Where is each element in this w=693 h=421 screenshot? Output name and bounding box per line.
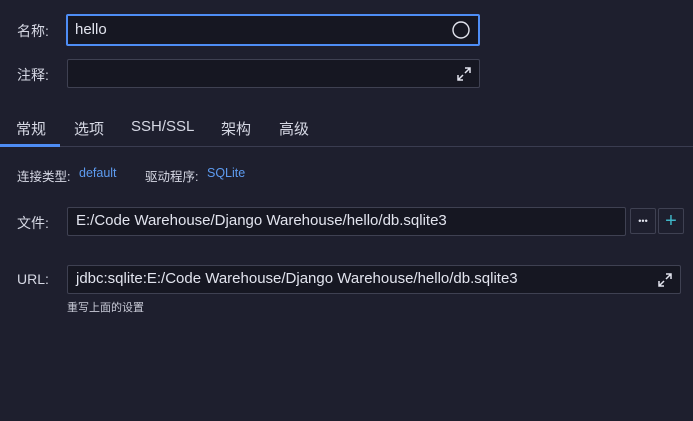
circle-icon[interactable] [451,20,471,40]
comment-input[interactable] [67,59,480,88]
file-label: 文件: [17,215,49,231]
name-input-value: hello [75,21,107,38]
url-input[interactable]: jdbc:sqlite:E:/Code Warehouse/Django War… [67,265,681,294]
expand-icon[interactable] [655,270,675,290]
name-label: 名称: [17,23,49,39]
active-tab-indicator [0,144,60,147]
tab-divider [0,146,693,147]
add-file-button[interactable]: + [658,208,684,234]
driver-link[interactable]: SQLite [207,166,245,180]
connection-type-label: 连接类型: [17,170,71,184]
url-override-hint: 重写上面的设置 [67,302,144,314]
tab-advanced[interactable]: 高级 [279,118,309,139]
tab-schema[interactable]: 架构 [221,118,251,139]
url-value: jdbc:sqlite:E:/Code Warehouse/Django War… [76,270,518,287]
file-path-input[interactable]: E:/Code Warehouse/Django Warehouse/hello… [67,207,626,236]
tab-general[interactable]: 常规 [16,118,46,139]
comment-label: 注释: [17,67,49,83]
tab-ssh-ssl[interactable]: SSH/SSL [131,118,194,135]
name-input[interactable]: hello [66,14,480,46]
url-label: URL: [17,271,49,287]
driver-label: 驱动程序: [145,170,199,184]
ellipsis-icon: ••• [638,216,648,226]
file-path-value: E:/Code Warehouse/Django Warehouse/hello… [76,212,447,229]
tab-options[interactable]: 选项 [74,118,104,139]
connection-type-link[interactable]: default [79,166,117,180]
browse-file-button[interactable]: ••• [630,208,656,234]
expand-icon[interactable] [454,64,474,84]
plus-icon: + [665,210,677,232]
